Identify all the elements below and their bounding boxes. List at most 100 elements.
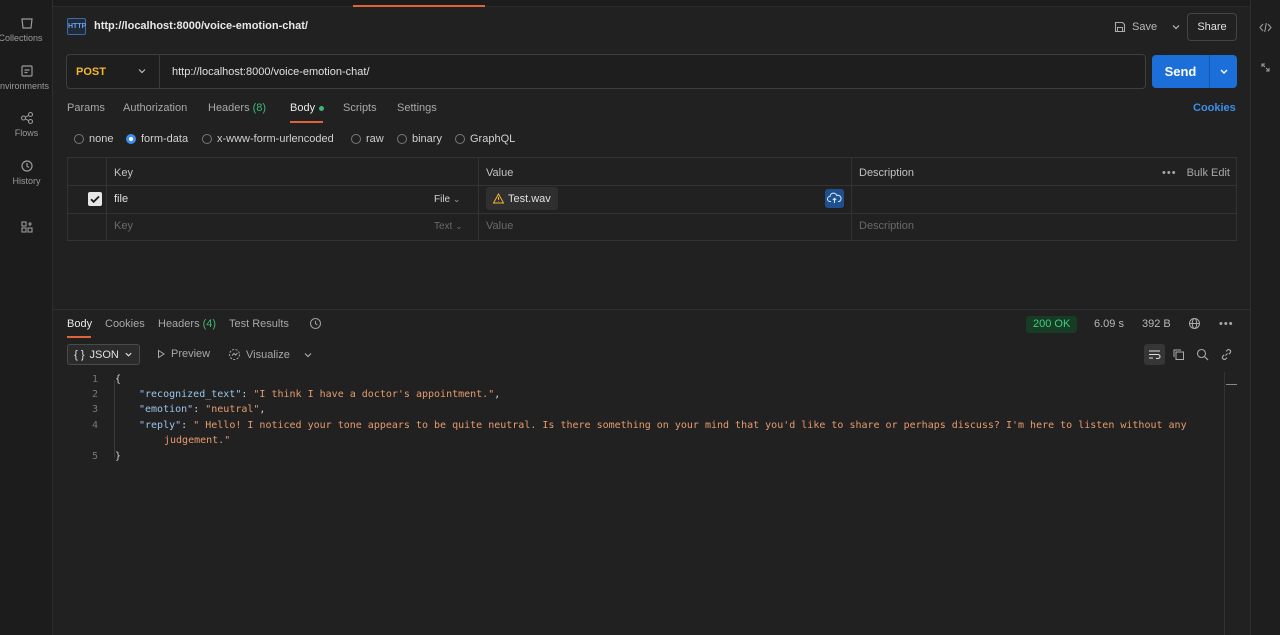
save-icon [1114,21,1126,33]
check-icon [90,195,100,204]
send-label: Send [1164,64,1197,79]
url-input[interactable]: http://localhost:8000/voice-emotion-chat… [172,66,370,78]
format-select[interactable]: { } JSON [67,344,140,365]
visualize-label: Visualize [246,348,290,361]
radio-form-data[interactable]: form-data [126,133,188,145]
right-rail [1250,0,1280,635]
response-tab-cookies[interactable]: Cookies [105,318,145,330]
radio-label: form-data [141,133,189,145]
tab-authorization[interactable]: Authorization [123,102,187,114]
headers-count: (8) [252,102,267,114]
new-key-input[interactable]: Key [114,220,133,232]
save-button[interactable]: Save [1108,14,1187,40]
radio-label: binary [412,133,442,145]
sidebar-item-collections[interactable]: Collections [0,16,53,43]
history-icon[interactable] [309,317,322,330]
sidebar-item-apps[interactable] [0,220,53,237]
tab-strip [53,0,1250,7]
tab-settings[interactable]: Settings [397,102,437,114]
response-time[interactable]: 6.09 s [1094,318,1124,330]
divider [159,55,160,88]
headers-count: (4) [202,318,217,330]
preview-button[interactable]: Preview [156,348,210,360]
chevron-down-icon[interactable] [1215,62,1233,80]
new-type-select[interactable]: Text ⌄ [434,221,463,232]
wrap-icon [1149,350,1161,360]
pane-divider[interactable] [53,309,1250,310]
column-header-key: Key [114,167,133,179]
sidebar-item-flows[interactable]: Flows [0,111,53,138]
wrap-lines-button[interactable] [1144,344,1165,365]
response-tab-body[interactable]: Body [67,318,92,330]
response-tab-test-results[interactable]: Test Results [229,318,289,330]
radio-label: x-www-form-urlencoded [217,133,334,145]
response-size[interactable]: 392 B [1142,318,1171,330]
visualize-icon [229,349,240,360]
new-description-input[interactable]: Description [859,220,914,232]
scroll-indicator[interactable] [1226,384,1237,385]
col-divider [478,158,479,240]
active-tab-underline [290,121,323,123]
link-icon[interactable] [1220,348,1233,361]
status-badge[interactable]: 200 OK [1026,316,1078,333]
radio-binary[interactable]: binary [397,133,442,145]
code-icon[interactable] [1259,21,1272,34]
type-select[interactable]: File ⌄ [434,194,460,205]
radio-x-www-form-urlencoded[interactable]: x-www-form-urlencoded [202,133,334,145]
tab-body[interactable]: Body [290,102,325,114]
row-divider [68,213,1236,214]
code-line: "recognized_text": "I think I have a doc… [139,389,501,400]
chevron-down-icon: ⌄ [452,194,461,204]
response-tab-headers[interactable]: Headers (4) [158,318,216,330]
chevron-down-icon[interactable] [137,66,147,76]
code-line: } [115,451,122,462]
send-button[interactable]: Send [1152,55,1237,88]
globe-icon[interactable] [1188,317,1201,330]
chevron-down-icon: ⌄ [455,221,463,231]
radio-label: none [89,133,114,145]
line-number: 4 [91,420,98,431]
history-icon [20,160,33,172]
http-badge: HTTP [67,18,86,35]
line-number: 5 [91,451,98,462]
copy-icon[interactable] [1172,348,1185,361]
radio-none[interactable]: none [74,133,113,145]
radio-dot [455,134,465,144]
sidebar-item-history[interactable]: History [0,159,53,186]
search-icon[interactable] [1196,348,1209,361]
save-label: Save [1132,21,1158,33]
cookies-link[interactable]: Cookies [1193,102,1236,114]
tab-label: Headers [158,318,200,330]
expand-icon[interactable] [1260,62,1271,73]
tab-params[interactable]: Params [67,102,105,114]
preview-label: Preview [171,348,211,360]
more-options-icon[interactable]: ••• [1219,318,1234,330]
file-chip[interactable]: Test.wav [486,187,558,210]
bulk-edit-button[interactable]: ••• Bulk Edit [1162,167,1230,179]
code-scrollbar[interactable] [1224,372,1225,635]
visualize-button[interactable]: Visualize [228,348,313,361]
chevron-down-icon[interactable] [1171,22,1181,32]
json-string: " Hello! I noticed your tone appears to … [193,420,1187,431]
tab-scripts[interactable]: Scripts [343,102,377,114]
new-value-input[interactable]: Value [486,220,513,232]
radio-graphql[interactable]: GraphQL [455,133,515,145]
key-cell[interactable]: file [114,193,128,205]
chevron-down-icon[interactable] [303,350,313,360]
radio-raw[interactable]: raw [351,133,384,145]
request-title[interactable]: http://localhost:8000/voice-emotion-chat… [94,20,308,32]
method-select[interactable]: POST [76,66,106,78]
bulk-edit-label: Bulk Edit [1186,167,1230,179]
tab-label: Body [290,102,316,114]
column-header-description: Description [859,167,915,179]
radio-label: GraphQL [470,133,516,145]
tab-headers[interactable]: Headers (8) [208,102,266,114]
code-line: { [115,374,122,385]
row-enabled-checkbox[interactable] [88,192,102,206]
environments-icon [20,65,33,77]
share-button[interactable]: Share [1187,13,1237,41]
sidebar-item-environments[interactable]: Environments [0,64,53,91]
postman-app: Collections Environments Flows History H… [0,0,1280,635]
radio-dot [397,134,407,144]
upload-cloud-button[interactable] [825,189,844,208]
